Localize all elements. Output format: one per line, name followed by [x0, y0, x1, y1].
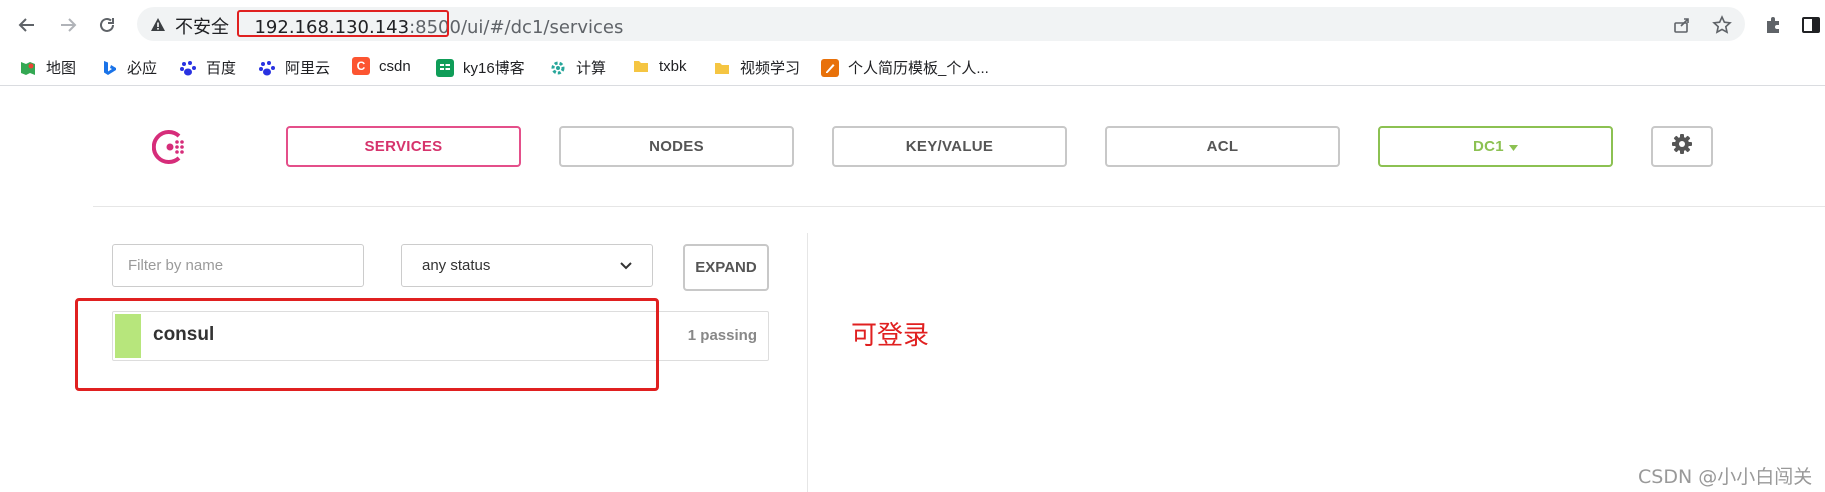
- browser-toolbar: 不安全 192.168.130.143:8500/ui/#/dc1/servic…: [0, 0, 1825, 48]
- datacenter-label: DC1: [1473, 138, 1504, 155]
- filter-input[interactable]: [112, 244, 364, 287]
- bookmark-item[interactable]: C csdn: [352, 57, 411, 75]
- expand-button[interactable]: EXPAND: [683, 244, 769, 291]
- header-divider: [93, 206, 1825, 207]
- sheet-icon: [436, 58, 454, 77]
- chevron-down-icon: [620, 257, 632, 274]
- bookmarks-bar: 地图 必应 百度 阿里云 C csdn ky16博客 计算 txbk 视频学习 …: [0, 48, 1825, 86]
- bookmark-label: 地图: [46, 60, 77, 77]
- baidu-icon: [258, 59, 276, 77]
- url-highlight-box: [237, 10, 449, 37]
- bookmark-label: 计算: [576, 60, 607, 77]
- folder-icon: [632, 57, 650, 75]
- settings-button[interactable]: [1651, 126, 1713, 167]
- bookmark-item[interactable]: 百度: [179, 57, 236, 78]
- reload-icon[interactable]: [92, 10, 122, 40]
- nav-acl[interactable]: ACL: [1105, 126, 1340, 167]
- row-highlight-box: [75, 298, 659, 391]
- caret-down-icon: [1508, 138, 1518, 155]
- bookmark-item[interactable]: 阿里云: [258, 57, 330, 78]
- bookmark-item[interactable]: 地图: [19, 57, 76, 78]
- watermark: CSDN @小小白闯关: [1638, 466, 1813, 488]
- bookmark-label: csdn: [379, 57, 411, 75]
- bookmark-label: 阿里云: [285, 60, 331, 77]
- bookmark-item[interactable]: 视频学习: [713, 57, 800, 78]
- bookmark-item[interactable]: 个人简历模板_个人...: [821, 57, 989, 78]
- gear-icon: [549, 59, 567, 77]
- security-label: 不安全: [175, 17, 229, 38]
- baidu-icon: [179, 59, 197, 77]
- back-icon[interactable]: [12, 10, 42, 40]
- maps-icon: [19, 59, 37, 77]
- share-icon[interactable]: [1671, 14, 1693, 36]
- column-divider: [807, 233, 808, 492]
- annotation-text: 可登录: [851, 321, 930, 351]
- bookmark-label: txbk: [659, 57, 687, 75]
- bookmark-label: 视频学习: [740, 60, 801, 77]
- nav-nodes[interactable]: NODES: [559, 126, 794, 167]
- nav-services[interactable]: SERVICES: [286, 126, 521, 167]
- bookmark-label: 个人简历模板_个人...: [848, 60, 989, 77]
- status-select[interactable]: any status: [401, 244, 653, 287]
- bookmark-label: 百度: [206, 60, 237, 77]
- bookmark-item[interactable]: 计算: [549, 57, 606, 78]
- nav-key-value[interactable]: KEY/VALUE: [832, 126, 1067, 167]
- bookmark-item[interactable]: 必应: [100, 57, 157, 78]
- star-icon[interactable]: [1711, 14, 1733, 36]
- warning-icon[interactable]: [147, 14, 169, 36]
- status-select-value: any status: [422, 257, 491, 274]
- forward-icon[interactable]: [53, 10, 83, 40]
- consul-logo[interactable]: [151, 129, 188, 165]
- extensions-icon[interactable]: [1762, 14, 1784, 36]
- folder-icon: [713, 59, 731, 77]
- bookmark-label: ky16博客: [463, 60, 525, 77]
- bookmark-item[interactable]: ky16博客: [436, 57, 525, 78]
- bing-icon: [100, 59, 118, 77]
- gear-icon: [1671, 133, 1693, 160]
- url-path: /ui/#/dc1/services: [460, 17, 624, 38]
- service-status: 1 passing: [687, 327, 757, 344]
- bookmark-label: 必应: [127, 60, 158, 77]
- bookmark-item[interactable]: txbk: [632, 57, 687, 75]
- csdn-icon: C: [352, 57, 370, 75]
- datacenter-dropdown[interactable]: DC1: [1378, 126, 1613, 167]
- resume-icon: [821, 58, 839, 77]
- side-panel-icon[interactable]: [1800, 14, 1822, 36]
